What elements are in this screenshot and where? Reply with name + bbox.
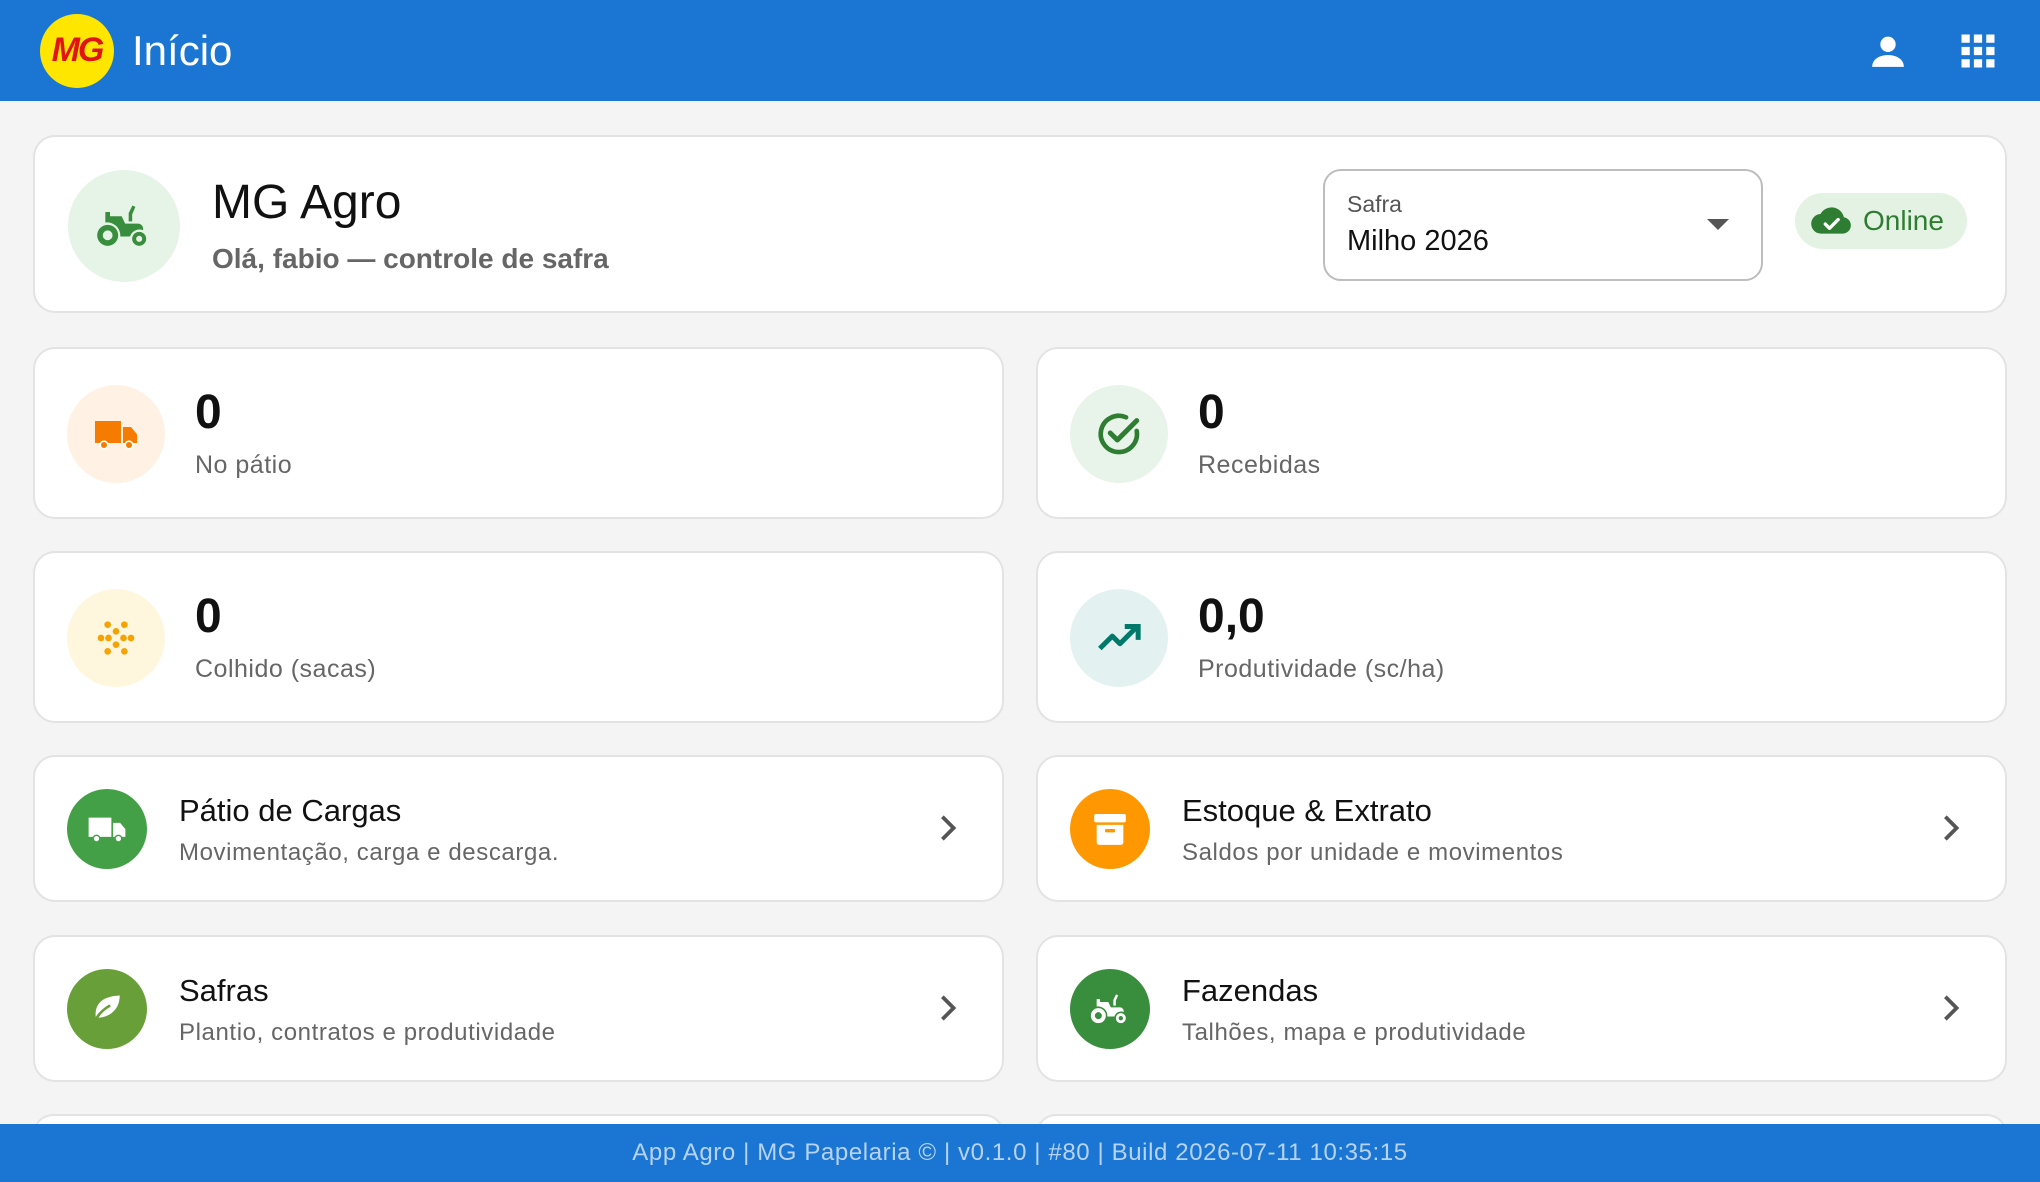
nav-card-estoque-extrato[interactable]: Estoque & Extrato Saldos por unidade e m… [1036,755,2007,902]
truck-icon [88,817,126,843]
nav-title: Pátio de Cargas [179,793,402,828]
nav-title: Fazendas [1182,973,1319,1008]
nav-subtitle: Movimentação, carga e descarga. [179,839,560,866]
page-title: Início [132,26,233,74]
account-icon [1872,36,1904,67]
farm-header-card: MG Agro Olá, fabio — controle de safra S… [33,135,2007,313]
stat-icon-circle [67,385,165,483]
nav-title: Estoque & Extrato [1182,793,1432,828]
archive-icon [1094,814,1126,845]
org-name: MG Agro [212,176,402,229]
trending-up-icon [1098,624,1141,651]
safra-value: Milho 2026 [1347,225,1489,257]
chevron-right-icon [1944,995,1960,1021]
apps-grid-icon [1961,34,1995,67]
app-bar: MG Início [0,0,2040,101]
status-text: Online [1863,205,1944,236]
safra-select[interactable]: Safra Milho 2026 [1323,169,1763,281]
check-circle-icon [1098,413,1140,455]
stat-value: 0,0 [1198,590,1265,643]
safra-label: Safra [1347,191,1402,217]
footer-build-info: App Agro | MG Papelaria © | v0.1.0 | #80… [0,1124,2040,1182]
nav-icon-circle [67,789,147,869]
nav-subtitle: Saldos por unidade e movimentos [1182,839,1564,866]
apps-menu-button[interactable] [1956,29,2000,73]
stat-icon-circle [67,589,165,687]
leaf-icon [92,995,120,1025]
nav-icon-circle [1070,789,1150,869]
chevron-right-icon [1944,815,1960,841]
chevron-right-icon [941,815,957,841]
stat-card-colhido: 0 Colhido (sacas) [33,551,1004,723]
stat-icon-circle [1070,589,1168,687]
farm-avatar [68,170,180,282]
stat-value: 0 [195,386,222,439]
stat-label: Produtividade (sc/ha) [1198,655,1445,683]
nav-subtitle: Plantio, contratos e produtividade [179,1019,556,1046]
nav-card-safras[interactable]: Safras Plantio, contratos e produtividad… [33,935,1004,1082]
status-badge: Online [1795,193,1967,249]
account-button[interactable] [1866,29,1910,73]
truck-icon [95,421,137,450]
stat-label: No pátio [195,451,293,479]
stat-value: 0 [1198,386,1225,439]
grain-icon [97,621,135,655]
chevron-right-icon [941,995,957,1021]
stat-card-produtividade: 0,0 Produtividade (sc/ha) [1036,551,2007,723]
cloud-check-icon [1811,207,1851,234]
stat-icon-circle [1070,385,1168,483]
nav-card-fazendas[interactable]: Fazendas Talhões, mapa e produtividade [1036,935,2007,1082]
stat-label: Colhido (sacas) [195,655,377,683]
mg-logo: MG [40,13,114,88]
nav-subtitle: Talhões, mapa e produtividade [1182,1019,1527,1046]
stat-value: 0 [195,590,222,643]
greeting-text: Olá, fabio — controle de safra [212,243,609,274]
chevron-down-icon [1707,219,1729,230]
nav-icon-circle [1070,969,1150,1049]
nav-card-patio-de-cargas[interactable]: Pátio de Cargas Movimentação, carga e de… [33,755,1004,902]
stat-card-no-patio: 0 No pátio [33,347,1004,519]
nav-title: Safras [179,973,269,1008]
stat-card-recebidas: 0 Recebidas [1036,347,2007,519]
tractor-icon [1090,994,1126,1024]
tractor-icon [97,205,147,246]
stat-label: Recebidas [1198,451,1321,479]
nav-icon-circle [67,969,147,1049]
